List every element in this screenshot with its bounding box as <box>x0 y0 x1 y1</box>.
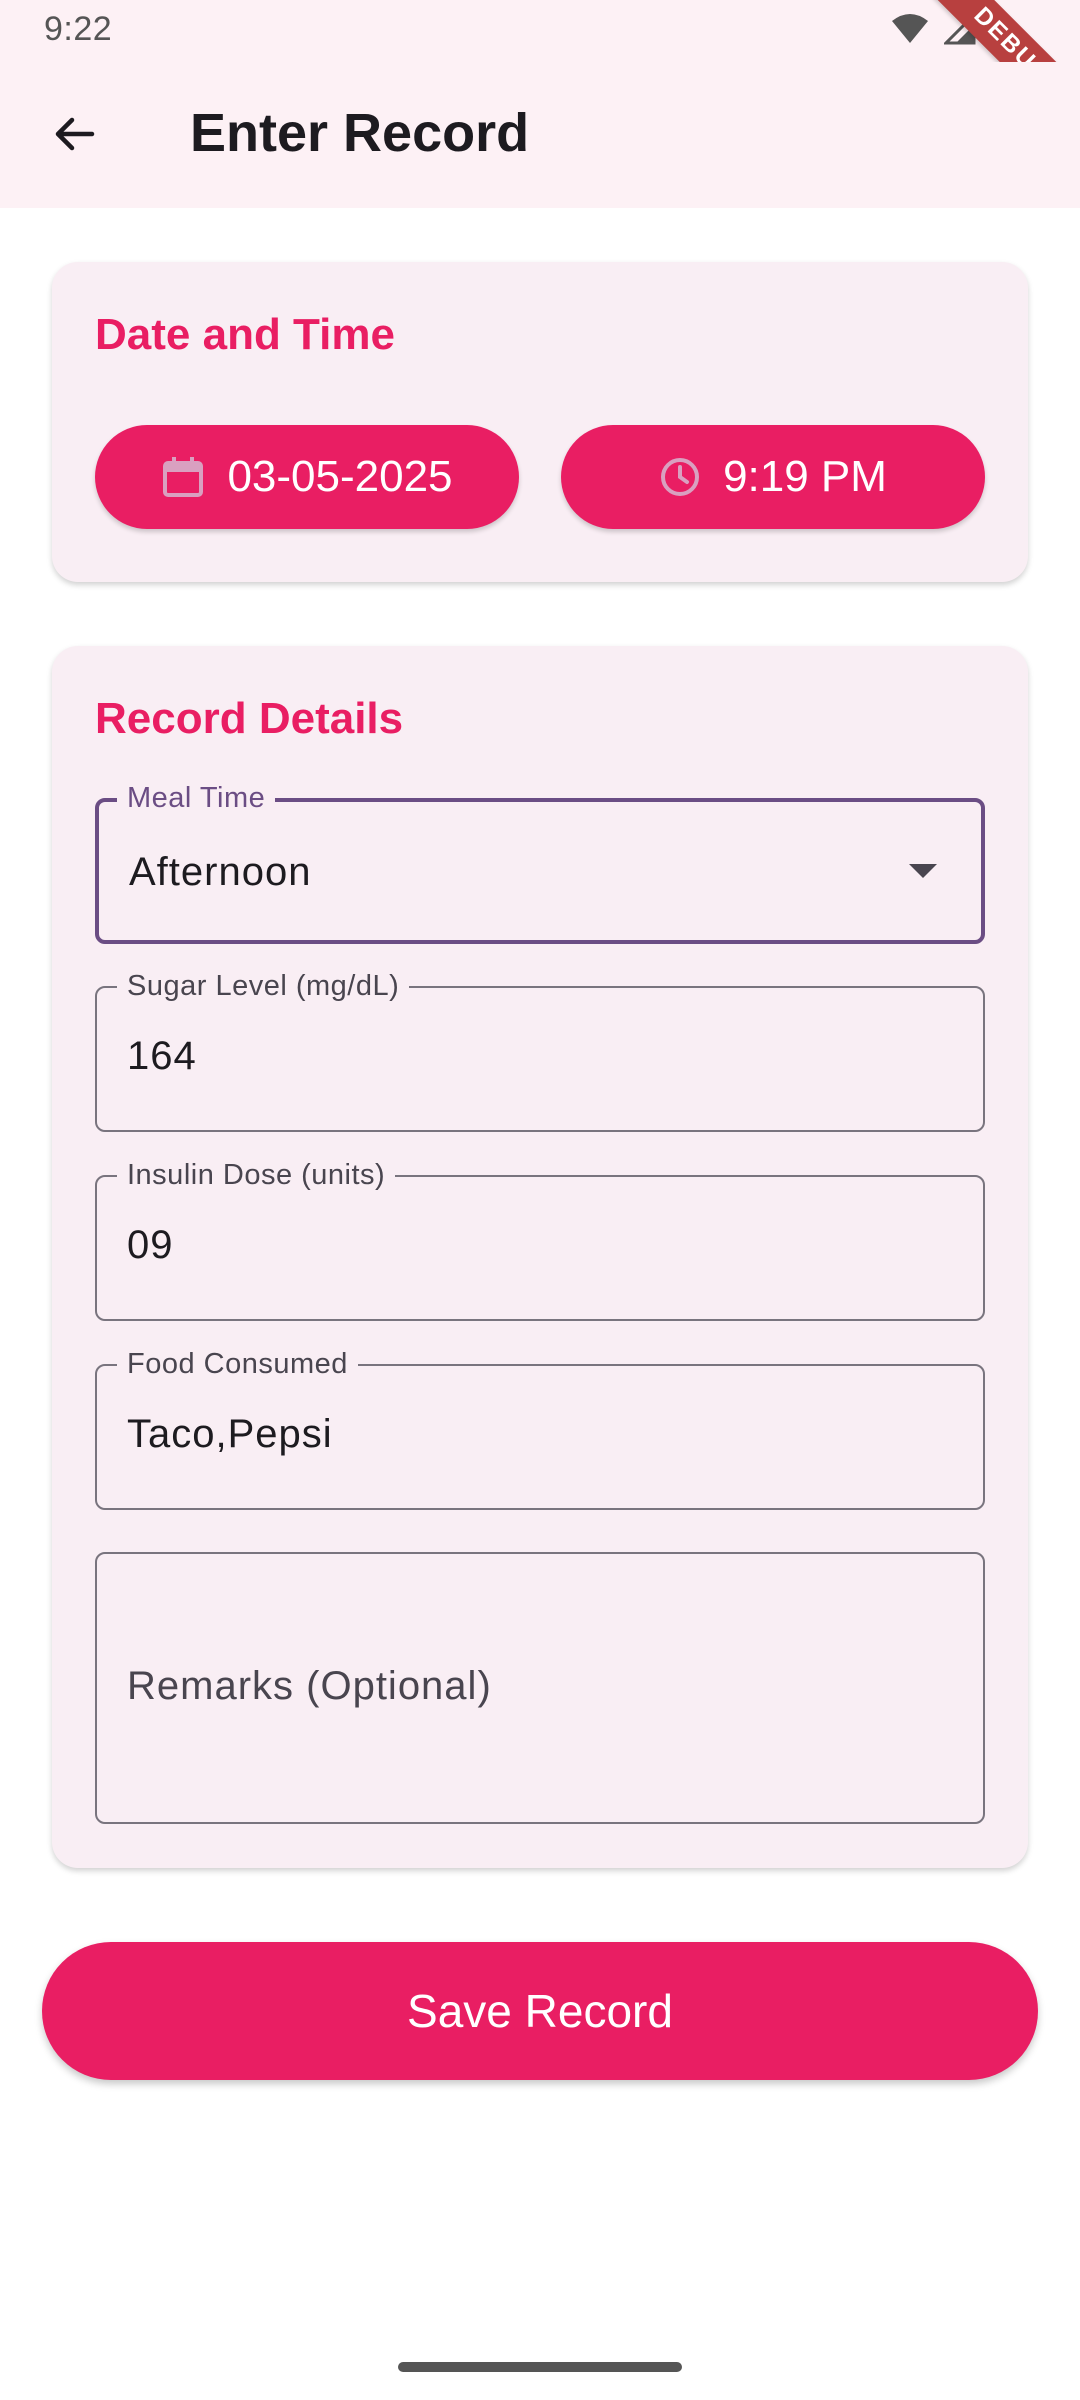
page-title: Enter Record <box>190 103 530 163</box>
dropdown-arrow-icon <box>909 864 937 878</box>
record-details-card: Record Details Meal Time Afternoon Sugar… <box>52 646 1028 1868</box>
sugar-level-field[interactable]: Sugar Level (mg/dL) 164 <box>95 970 985 1132</box>
calendar-icon <box>161 455 205 499</box>
sugar-level-label: Sugar Level (mg/dL) <box>117 970 410 1003</box>
home-indicator[interactable] <box>398 2362 682 2372</box>
time-picker-button[interactable]: 9:19 PM <box>561 425 985 529</box>
save-record-button[interactable]: Save Record <box>42 1942 1038 2080</box>
meal-time-label: Meal Time <box>117 782 276 815</box>
date-value: 03-05-2025 <box>227 452 453 501</box>
date-time-title: Date and Time <box>95 310 395 359</box>
date-time-card: Date and Time 03-05-2025 9:19 PM <box>52 262 1028 582</box>
date-picker-button[interactable]: 03-05-2025 <box>95 425 519 529</box>
sugar-level-value: 164 <box>127 1034 197 1078</box>
remarks-field[interactable]: Remarks (Optional) <box>95 1552 985 1824</box>
status-bar: 9:22 DEBUG <box>0 0 1080 153</box>
remarks-placeholder: Remarks (Optional) <box>127 1664 492 1708</box>
insulin-dose-label: Insulin Dose (units) <box>117 1159 396 1192</box>
insulin-dose-field[interactable]: Insulin Dose (units) 09 <box>95 1159 985 1321</box>
food-consumed-label: Food Consumed <box>117 1348 358 1381</box>
wifi-icon <box>890 13 930 50</box>
app-bar: Enter Record <box>0 62 1080 208</box>
clock-icon <box>659 456 701 498</box>
back-button[interactable] <box>38 100 110 172</box>
status-time: 9:22 <box>44 10 113 48</box>
food-consumed-field[interactable]: Food Consumed Taco,Pepsi <box>95 1348 985 1510</box>
meal-time-value: Afternoon <box>129 850 312 894</box>
food-consumed-value: Taco,Pepsi <box>127 1412 333 1456</box>
time-value: 9:19 PM <box>723 452 887 501</box>
meal-time-dropdown[interactable]: Meal Time Afternoon <box>95 782 985 944</box>
arrow-back-icon <box>50 110 98 163</box>
record-details-title: Record Details <box>95 694 404 743</box>
insulin-dose-value: 09 <box>127 1223 174 1267</box>
